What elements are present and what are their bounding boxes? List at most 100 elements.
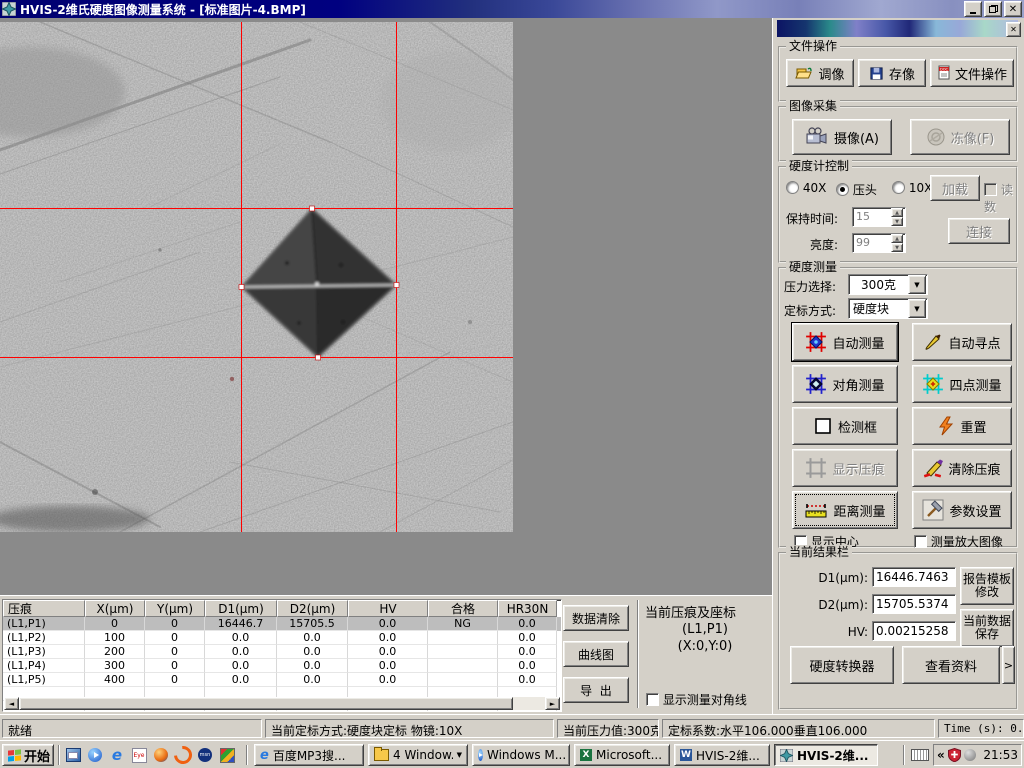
calib-mode-label: 定标方式: — [784, 302, 836, 319]
export-button[interactable]: 导 出 — [563, 677, 629, 703]
calib-mode-combo[interactable]: 硬度块 ▼ — [848, 298, 928, 319]
column-header[interactable]: D1(μm) — [205, 600, 277, 617]
paint-app-icon[interactable] — [218, 746, 236, 764]
hold-time-spinner[interactable]: 15 ▲▼ — [852, 207, 906, 227]
radio-indenter[interactable]: 压头 — [836, 181, 877, 198]
volume-tray-icon[interactable] — [964, 749, 976, 761]
capture-button[interactable]: 摄像(A) — [792, 119, 892, 155]
task-group-arrow-icon: ▼ — [457, 751, 462, 759]
scroll-right-button[interactable]: ► — [545, 697, 560, 710]
keyboard-tray-icon[interactable] — [911, 749, 929, 764]
close-button[interactable]: ✕ — [1004, 1, 1022, 17]
task-windows-group[interactable]: 4 Window... ▼ — [368, 744, 468, 766]
table-row[interactable]: (L1,P3)20000.00.00.00.0 — [3, 645, 561, 659]
calib-combo-arrow-icon[interactable]: ▼ — [908, 299, 926, 318]
hardness-converter-button[interactable]: 硬度转换器 — [790, 646, 894, 684]
auto-measure-button[interactable]: 自动测量 — [792, 323, 898, 361]
more-button[interactable]: > — [1002, 646, 1015, 684]
minimize-button[interactable] — [964, 1, 982, 17]
save-data-button[interactable]: 当前数据 保存 — [960, 609, 1014, 647]
table-cell: 0.0 — [498, 659, 557, 673]
task-excel[interactable]: X Microsoft... — [574, 744, 670, 766]
load-image-button[interactable]: 调像 — [786, 59, 854, 87]
media-player-quick-icon[interactable] — [86, 746, 104, 764]
view-docs-button[interactable]: 查看资料 — [902, 646, 1000, 684]
table-row[interactable]: (L1,P5)40000.00.00.00.0 — [3, 673, 561, 687]
column-header[interactable]: 压痕 — [3, 600, 85, 617]
file-operation-button[interactable]: DOC 文件操作 — [930, 59, 1014, 87]
micrograph-image[interactable] — [0, 22, 513, 532]
title-bar[interactable]: HVIS-2维氏硬度图像测量系统 - [标准图片-4.BMP] ✕ — [0, 0, 1024, 18]
radio-40x-circle — [786, 181, 799, 194]
hold-down-button[interactable]: ▼ — [891, 217, 903, 226]
outlook-express-icon[interactable] — [64, 746, 82, 764]
taskbar-divider — [903, 745, 905, 765]
show-diagonal-checkbox[interactable]: 显示测量对角线 — [646, 691, 747, 708]
column-header[interactable]: X(μm) — [85, 600, 145, 617]
clear-data-button[interactable]: 数据清除 — [563, 605, 629, 631]
msn-icon[interactable]: msn — [196, 746, 214, 764]
show-diagonal-box — [646, 693, 659, 706]
hardness-control-group: 硬度计控制 40X 压头 10X 加载 读数 保持时间: 15 ▲▼ 连接 亮度… — [778, 166, 1018, 263]
diagonal-measure-button[interactable]: 对角测量 — [792, 365, 898, 403]
zoom-view-checkbox[interactable]: 测量放大图像 — [914, 533, 1003, 550]
orange-globe-icon[interactable] — [152, 746, 170, 764]
folder-icon — [374, 749, 389, 761]
task-baidu-mp3[interactable]: e 百度MP3搜... — [254, 744, 364, 766]
table-row[interactable]: (L1,P1)0016446.715705.50.0NG0.0 — [3, 617, 561, 631]
calib-mode-value: 硬度块 — [849, 300, 908, 317]
d1-field[interactable]: 16446.7463 — [872, 567, 956, 587]
connect-button[interactable]: 连接 — [948, 218, 1010, 244]
task-word[interactable]: W HVIS-2维... — [674, 744, 770, 766]
brightness-up-button[interactable]: ▲ — [891, 234, 903, 243]
clock[interactable]: 21:53 — [979, 748, 1018, 762]
diagonal-measure-label: 对角测量 — [832, 375, 884, 394]
scroll-thumb[interactable] — [19, 697, 513, 710]
start-button[interactable]: 开始 — [2, 744, 54, 766]
panel-title-band — [777, 20, 1018, 37]
params-button[interactable]: 参数设置 — [912, 491, 1012, 529]
load-force-button[interactable]: 加载 — [930, 175, 980, 201]
brightness-spinner[interactable]: 99 ▲▼ — [852, 233, 906, 253]
save-image-button[interactable]: 存像 — [858, 59, 926, 87]
swirl-app-icon[interactable] — [174, 746, 192, 764]
force-select-combo[interactable]: 300克 ▼ — [848, 274, 928, 295]
restore-button[interactable] — [984, 1, 1002, 17]
column-header[interactable]: HV — [348, 600, 428, 617]
eye-app-icon[interactable]: Eye — [130, 746, 148, 764]
column-header[interactable]: D2(μm) — [277, 600, 348, 617]
table-row[interactable]: (L1,P4)30000.00.00.00.0 — [3, 659, 561, 673]
tray-expand-icon[interactable]: « — [937, 748, 945, 762]
report-template-button[interactable]: 报告模板 修改 — [960, 567, 1014, 605]
table-hscrollbar[interactable]: ◄ ► — [4, 697, 560, 710]
table-row[interactable]: (L1,P2)10000.00.00.00.0 — [3, 631, 561, 645]
detect-box-button[interactable]: 检测框 — [792, 407, 898, 445]
hold-up-button[interactable]: ▲ — [891, 208, 903, 217]
d2-field[interactable]: 15705.5374 — [872, 594, 956, 614]
task-media-player[interactable]: Windows M... — [472, 744, 570, 766]
four-point-button[interactable]: 四点测量 — [912, 365, 1012, 403]
table-cell: 0.0 — [498, 617, 557, 631]
clear-indent-button[interactable]: 清除压痕 — [912, 449, 1012, 487]
hv-field[interactable]: 0.00215258 — [872, 621, 956, 641]
reset-button[interactable]: 重置 — [912, 407, 1012, 445]
read-checkbox[interactable]: 读数 — [984, 181, 1016, 215]
internet-explorer-icon[interactable]: e — [108, 746, 126, 764]
distance-measure-button[interactable]: 距离测量 — [792, 491, 898, 529]
force-combo-arrow-icon[interactable]: ▼ — [908, 275, 926, 294]
show-indent-button[interactable]: 显示压痕 — [792, 449, 898, 487]
radio-40x[interactable]: 40X — [786, 181, 826, 195]
brightness-down-button[interactable]: ▼ — [891, 243, 903, 252]
column-header[interactable]: Y(μm) — [145, 600, 205, 617]
antivirus-shield-icon[interactable] — [948, 748, 961, 762]
task-hvis-active[interactable]: HVIS-2维... — [774, 744, 878, 766]
radio-10x[interactable]: 10X — [892, 181, 932, 195]
freeze-button[interactable]: 冻像(F) — [910, 119, 1010, 155]
column-header[interactable]: 合格 — [428, 600, 498, 617]
status-calibration: 当前定标方式:硬度块定标 物镜:10X — [265, 719, 554, 738]
scroll-left-button[interactable]: ◄ — [4, 697, 19, 710]
column-header[interactable]: HR30N — [498, 600, 557, 617]
curve-chart-button[interactable]: 曲线图 — [563, 641, 629, 667]
auto-find-button[interactable]: 自动寻点 — [912, 323, 1012, 361]
panel-close-button[interactable]: ✕ — [1006, 22, 1021, 37]
